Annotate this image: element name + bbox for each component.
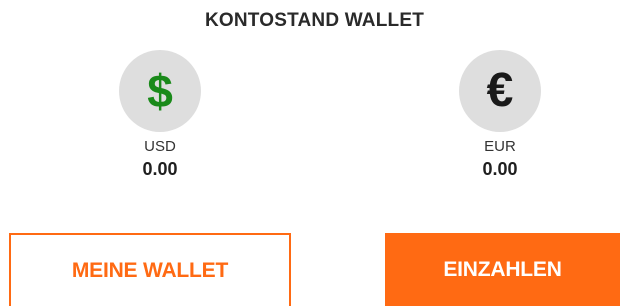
currency-code-usd: USD <box>144 138 176 155</box>
euro-icon: € <box>459 50 541 132</box>
wallet-balance-title: KONTOSTAND WALLET <box>204 10 425 31</box>
my-wallet-button[interactable]: MEINE WALLET <box>9 233 291 306</box>
currency-code-eur: EUR <box>484 138 516 155</box>
dollar-icon: $ <box>119 50 201 132</box>
deposit-button[interactable]: EINZAHLEN <box>385 233 620 306</box>
balance-usd: $ USD 0.00 <box>105 50 215 180</box>
balance-amount-usd: 0.00 <box>142 159 178 179</box>
balance-amount-eur: 0.00 <box>482 159 518 179</box>
balance-eur: € EUR 0.00 <box>445 50 555 180</box>
